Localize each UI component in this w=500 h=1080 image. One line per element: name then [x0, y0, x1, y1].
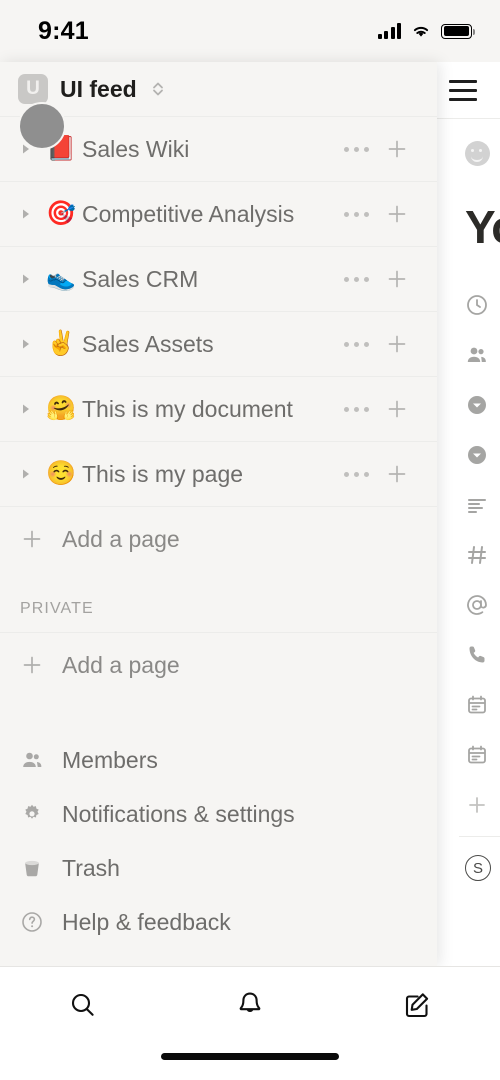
sidebar-drawer: U UI feed 📕 Sales Wiki 🎯 Competitive Ana… [0, 62, 437, 966]
workspace-switcher[interactable]: U UI feed [0, 62, 437, 116]
private-section-header: PRIVATE [0, 571, 437, 633]
list-item-label: This is my page [82, 460, 244, 487]
plus-icon[interactable] [437, 780, 500, 830]
more-options-icon[interactable] [333, 406, 379, 412]
calendar-icon[interactable] [437, 730, 500, 780]
avatar[interactable] [18, 102, 66, 150]
status-bar: 9:41 [0, 0, 500, 62]
gear-icon [20, 802, 44, 826]
members-icon [20, 748, 44, 772]
list-item[interactable]: 🎯 Competitive Analysis [0, 182, 437, 247]
triangle-right-icon[interactable] [20, 338, 40, 350]
hamburger-menu-icon[interactable] [449, 79, 477, 101]
text-lines-icon[interactable] [437, 480, 500, 530]
search-tab[interactable] [0, 989, 167, 1021]
panel-block-icons [437, 280, 500, 830]
at-sign-icon[interactable] [437, 580, 500, 630]
page-preview-panel[interactable]: Yo [437, 62, 500, 966]
sidebar-item-label: Notifications & settings [62, 800, 295, 827]
add-page-label: Add a page [62, 651, 180, 678]
panel-top-bar [437, 62, 500, 118]
notifications-tab[interactable] [167, 989, 334, 1021]
triangle-right-icon[interactable] [20, 403, 40, 415]
shared-page-list: 📕 Sales Wiki 🎯 Competitive Analysis 👟 Sa… [0, 116, 437, 507]
bell-icon [239, 992, 261, 1012]
triangle-right-icon[interactable] [20, 273, 40, 285]
plus-icon[interactable] [379, 202, 415, 226]
list-item-label: Sales Assets [82, 330, 214, 357]
battery-icon [441, 23, 476, 39]
compose-icon [405, 993, 428, 1018]
more-options-icon[interactable] [333, 276, 379, 282]
list-item-label: Sales Wiki [82, 135, 190, 162]
status-icons [377, 23, 476, 39]
sidebar-item-trash[interactable]: Trash [0, 841, 437, 895]
plus-icon[interactable] [379, 332, 415, 356]
add-page-private-button[interactable]: Add a page [0, 633, 437, 697]
help-circle-icon [20, 910, 44, 934]
chevron-down-circle-icon[interactable] [437, 380, 500, 430]
hugging-face-emoji: 🤗 [46, 395, 76, 422]
panel-page-title: Yo [465, 201, 500, 253]
status-time: 9:41 [38, 16, 89, 45]
hash-icon[interactable] [437, 530, 500, 580]
sidebar-item-label: Help & feedback [62, 908, 231, 935]
victory-hand-emoji: ✌️ [46, 330, 76, 357]
list-item-label: Competitive Analysis [82, 200, 295, 227]
workspace-badge: U [18, 74, 48, 104]
relieved-face-emoji: ☺️ [46, 460, 76, 487]
plus-icon[interactable] [379, 397, 415, 421]
more-options-icon[interactable] [333, 341, 379, 347]
phone-screen: 9:41 Yo [0, 0, 500, 1080]
clock-icon[interactable] [437, 280, 500, 330]
triangle-right-icon[interactable] [20, 468, 40, 480]
calendar-icon[interactable] [437, 680, 500, 730]
signal-bars-icon [377, 23, 401, 39]
plus-icon[interactable] [379, 267, 415, 291]
running-shoe-emoji: 👟 [46, 265, 76, 292]
triangle-right-icon[interactable] [20, 208, 40, 220]
trash-icon [20, 856, 44, 880]
phone-icon[interactable] [437, 630, 500, 680]
smiley-face-icon[interactable] [465, 141, 490, 166]
sidebar-item-help-feedback[interactable]: Help & feedback [0, 895, 437, 949]
plus-icon[interactable] [379, 137, 415, 161]
list-item[interactable]: 👟 Sales CRM [0, 247, 437, 312]
sidebar-item-label: Trash [62, 854, 120, 881]
sidebar-item-notifications-settings[interactable]: Notifications & settings [0, 787, 437, 841]
workspace-name: UI feed [60, 75, 137, 102]
wifi-icon [413, 26, 429, 37]
sidebar-item-members[interactable]: Members [0, 733, 437, 787]
home-indicator [161, 1053, 339, 1060]
sidebar-menu: Members Notifications & settings Trash H… [0, 733, 437, 949]
list-item[interactable]: ☺️ This is my page [0, 442, 437, 507]
panel-divider [437, 118, 500, 119]
panel-footer-divider [459, 836, 500, 837]
list-item[interactable]: ✌️ Sales Assets [0, 312, 437, 377]
sidebar-item-label: Members [62, 746, 158, 773]
list-item[interactable]: 🤗 This is my document [0, 377, 437, 442]
dart-emoji: 🎯 [46, 200, 76, 227]
more-options-icon[interactable] [333, 211, 379, 217]
more-options-icon[interactable] [333, 146, 379, 152]
add-page-label: Add a page [62, 525, 180, 552]
plus-icon [20, 653, 44, 677]
search-icon [72, 993, 94, 1016]
chevron-down-circle-icon[interactable] [437, 430, 500, 480]
plus-icon[interactable] [379, 462, 415, 486]
panel-footer-badge[interactable]: S [465, 855, 491, 881]
add-page-shared-button[interactable]: Add a page [0, 507, 437, 571]
list-item-label: This is my document [82, 395, 293, 422]
more-options-icon[interactable] [333, 471, 379, 477]
compose-tab[interactable] [333, 989, 500, 1021]
list-item-label: Sales CRM [82, 265, 199, 292]
bottom-tab-bar [0, 966, 500, 1080]
people-icon[interactable] [437, 330, 500, 380]
plus-icon [20, 527, 44, 551]
chevron-updown-icon [151, 80, 165, 98]
